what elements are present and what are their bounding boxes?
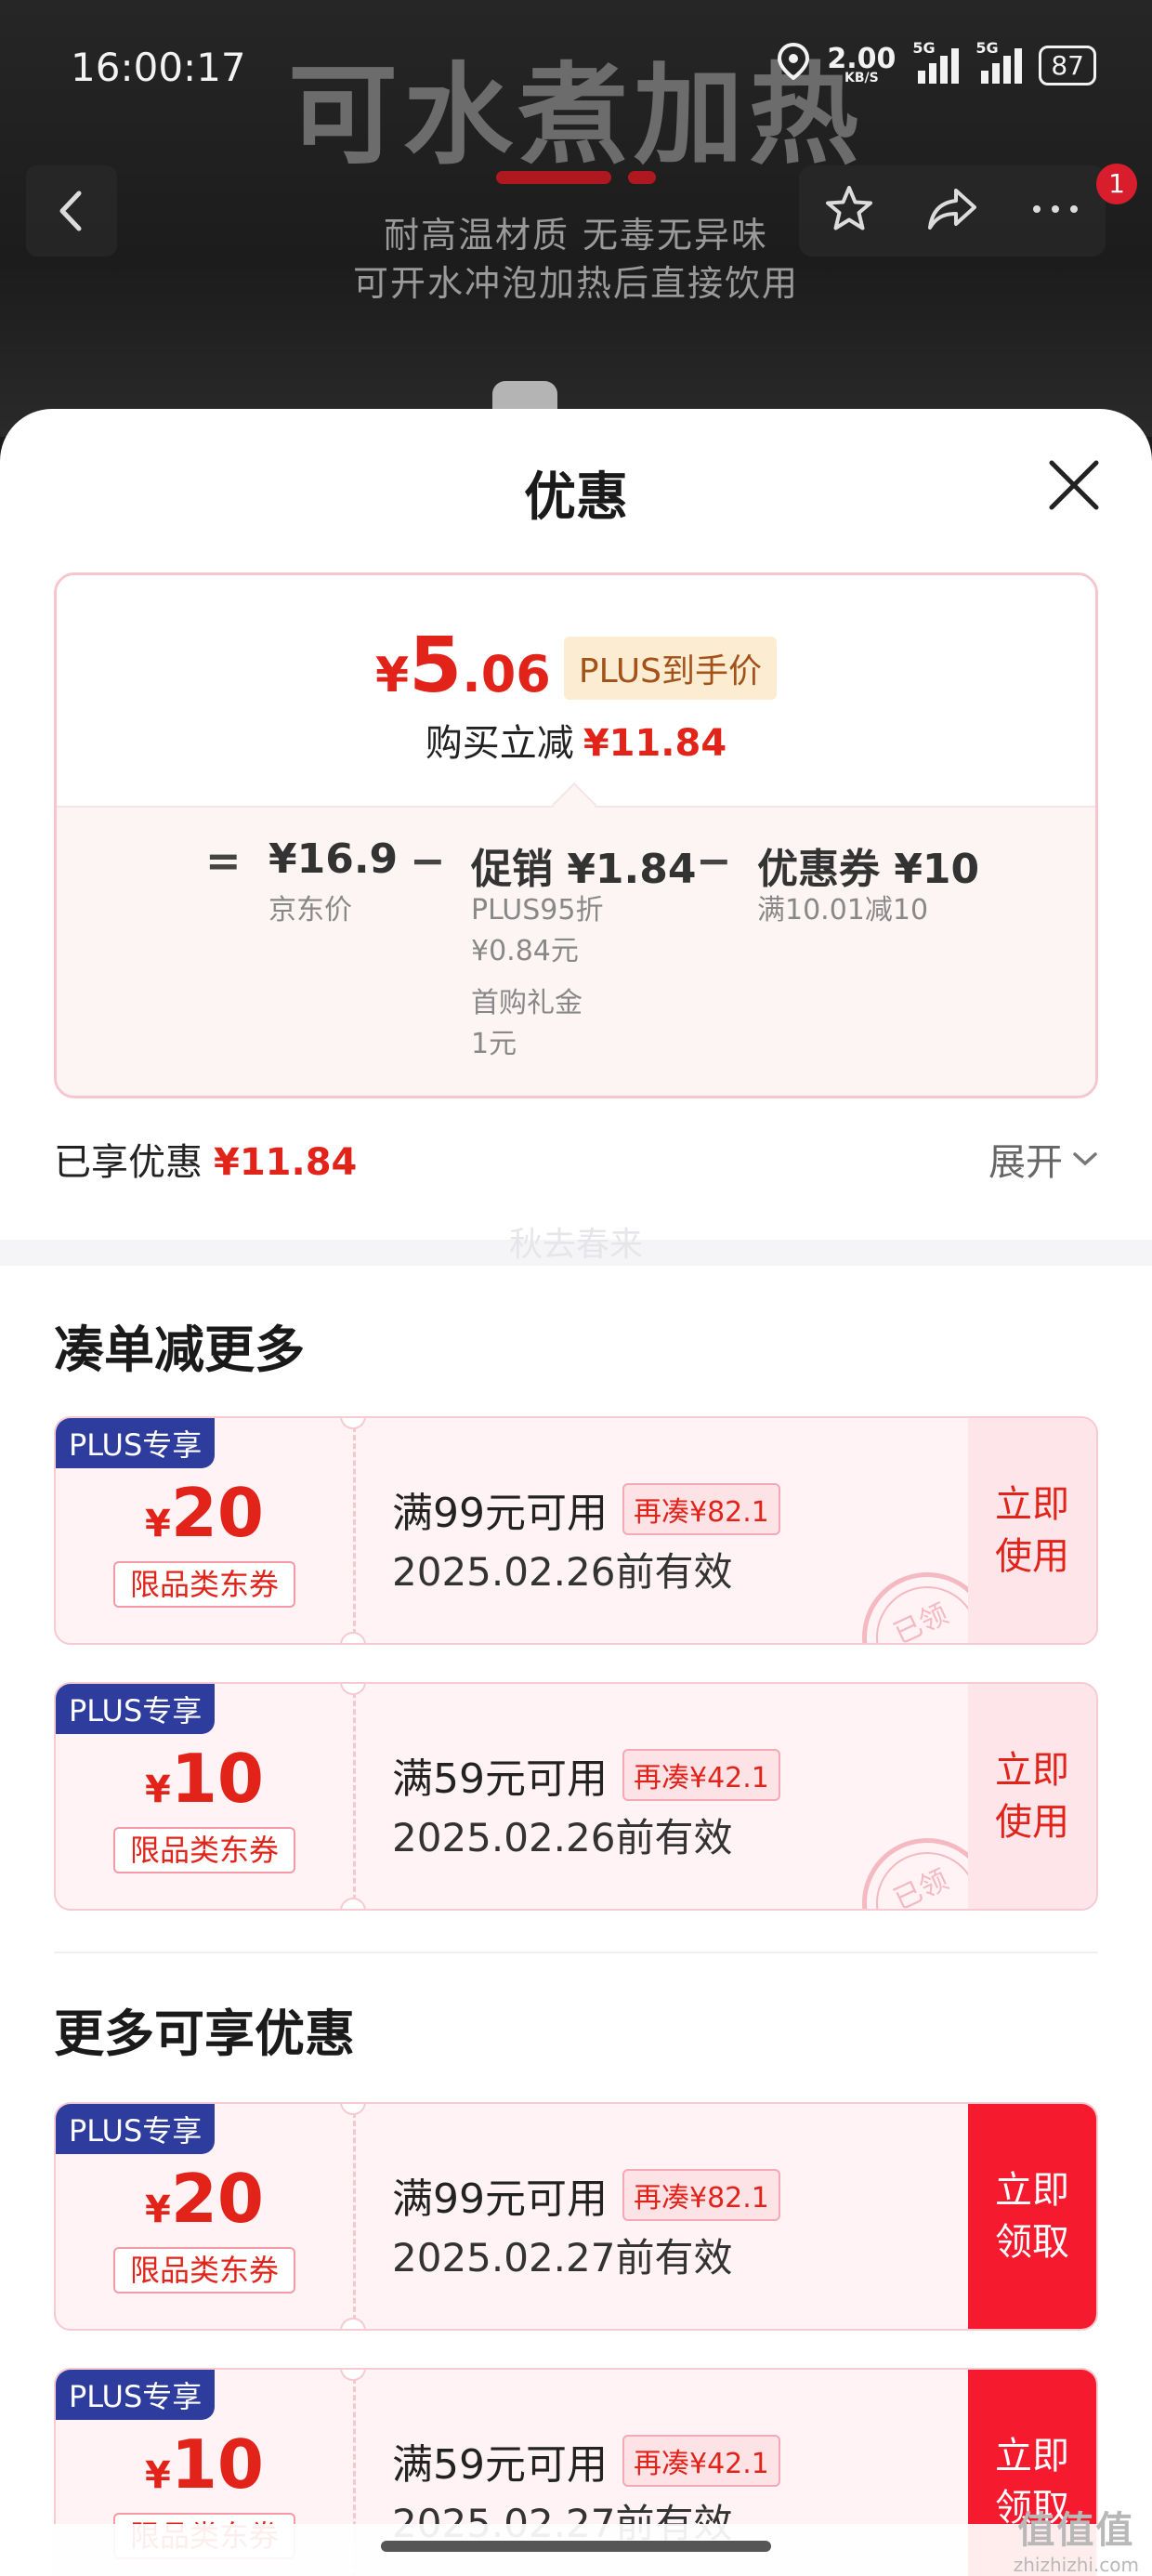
location-icon (777, 42, 810, 88)
coupon-value: ¥10 (144, 2425, 265, 2504)
nav-actions (799, 165, 1106, 256)
coupon-validity: 2025.02.26前有效 (392, 1549, 733, 1595)
signal-icon: 5G (912, 39, 960, 84)
sheet-title: 优惠 (524, 467, 628, 528)
signal-icon-2: 5G (975, 39, 1023, 84)
coupon-card: PLUS专享 ¥20 限品类东券 满99元可用 再凑¥82.1 2025.02.2… (54, 1416, 1098, 1645)
use-now-button[interactable]: 立即使用 (968, 1684, 1096, 1909)
perforation (353, 1418, 356, 1643)
reduce-amount: ¥11.84 (583, 722, 727, 765)
equals-sign: = (205, 835, 242, 886)
notification-badge: 1 (1096, 164, 1137, 204)
plus-price-tag: PLUS到手价 (563, 637, 778, 700)
enjoyed-amount: ¥11.84 (214, 1141, 358, 1184)
site-watermark: 值值值 zhizhizhi.com (1013, 2509, 1139, 2576)
coupon-detail: 满10.01减10 (757, 894, 929, 927)
chevron-down-icon (1073, 1152, 1097, 1166)
coupon-value: ¥20 (144, 2160, 265, 2238)
add-more-tag: 再凑¥82.1 (622, 1483, 780, 1535)
coupon-condition: 满99元可用 再凑¥82.1 (392, 2165, 780, 2225)
network-speed: 2.00 KB/S (827, 42, 897, 85)
home-indicator[interactable] (381, 2541, 771, 2552)
promo-detail-gift: 首购礼金 (471, 987, 583, 1019)
share-icon[interactable] (924, 183, 980, 239)
coupon-type: 限品类东券 (113, 1827, 295, 1873)
expand-button[interactable]: 展开 (988, 1132, 1098, 1186)
jd-price: ¥16.9 (268, 835, 399, 883)
product-banner-line2: 可开水冲泡加热后直接饮用 (352, 263, 799, 304)
plus-exclusive-label: PLUS专享 (56, 1684, 216, 1734)
plus-exclusive-label: PLUS专享 (56, 2104, 216, 2154)
jd-price-label: 京东价 (268, 894, 352, 927)
expand-label: 展开 (988, 1141, 1063, 1184)
coupon-card: PLUS专享 ¥10 限品类东券 满59元可用再凑¥42.1 2025.02.2… (54, 1682, 1098, 1911)
star-icon[interactable] (823, 183, 875, 239)
coupon-value: ¥20 (144, 1474, 265, 1552)
enjoyed-label: 已享优惠 (54, 1141, 203, 1184)
coupon-type: 限品类东券 (113, 1561, 295, 1608)
perforation (353, 2104, 356, 2329)
reduce-row: 购买立减 ¥11.84 (57, 713, 1095, 767)
close-icon (1049, 460, 1099, 510)
promo-detail-gift-amount: 1元 (471, 1028, 517, 1060)
coupon-type: 限品类东券 (113, 2247, 295, 2293)
section-title-more-offers: 更多可享优惠 (54, 2004, 355, 2063)
battery-indicator: 87 (1039, 46, 1096, 85)
minus-sign: − (410, 835, 446, 886)
coupon-amount: 优惠券 ¥10 (757, 846, 980, 893)
promo-detail-plus: PLUS95折 (471, 894, 604, 927)
offers-sheet: 优惠 ¥5.06 PLUS到手价 购买立减 ¥11.84 = ¥16.9 京东价 … (0, 409, 1152, 2576)
minus-sign: − (696, 835, 732, 886)
coupon-validity: 2025.02.26前有效 (392, 1815, 733, 1860)
coupon-condition: 满59元可用 再凑¥42.1 (392, 1745, 780, 1805)
promo-detail-plus-amount: ¥0.84元 (471, 935, 579, 967)
banner-red-dot (628, 171, 656, 184)
close-button[interactable] (1044, 455, 1104, 515)
back-button[interactable] (26, 165, 117, 256)
claim-now-button[interactable]: 立即领取 (968, 2104, 1096, 2329)
use-now-button[interactable]: 立即使用 (968, 1418, 1096, 1643)
price-breakdown: = ¥16.9 京东价 − 促销 ¥1.84 PLUS95折 ¥0.84元 首购… (57, 835, 1095, 1077)
coupon-validity: 2025.02.27前有效 (392, 2235, 733, 2280)
plus-exclusive-label: PLUS专享 (56, 2370, 216, 2420)
coupon-condition: 满99元可用 再凑¥82.1 (392, 1479, 780, 1539)
plus-exclusive-label: PLUS专享 (56, 1418, 216, 1468)
reduce-label: 购买立减 (425, 722, 574, 765)
enjoyed-discount: 已享优惠 ¥11.84 (54, 1132, 357, 1186)
add-more-tag: 再凑¥42.1 (622, 1749, 780, 1801)
banner-red-bar (496, 171, 611, 184)
price-summary-card: ¥5.06 PLUS到手价 购买立减 ¥11.84 = ¥16.9 京东价 − 促… (54, 572, 1098, 1098)
watermark: 秋去春来 (508, 1226, 643, 1264)
section-separator (54, 1952, 1098, 1953)
status-time: 16:00:17 (71, 45, 246, 90)
coupon-card: PLUS专享 ¥20 限品类东券 满99元可用 再凑¥82.1 2025.02.2… (54, 2102, 1098, 2331)
coupon-value: ¥10 (144, 1740, 265, 1818)
section-title-more-reduce: 凑单减更多 (54, 1321, 305, 1379)
perforation (353, 1684, 356, 1909)
more-icon[interactable] (1029, 200, 1081, 222)
final-price: ¥5.06 (374, 622, 551, 710)
promo-amount: 促销 ¥1.84 (471, 846, 697, 893)
chevron-left-icon (59, 191, 82, 231)
add-more-tag: 再凑¥42.1 (622, 2435, 780, 2487)
status-bar: 16:00:17 2.00 KB/S 5G 5G 87 (71, 37, 1096, 102)
coupon-condition: 满59元可用 再凑¥42.1 (392, 2431, 780, 2491)
add-more-tag: 再凑¥82.1 (622, 2169, 780, 2221)
